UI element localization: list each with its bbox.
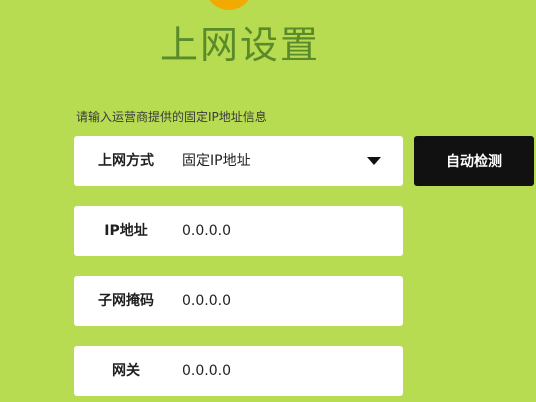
- ip-address-label: IP地址: [104, 223, 148, 239]
- form-hint: 请输入运营商提供的固定IP地址信息: [76, 110, 267, 124]
- triangle-down-icon[interactable]: [367, 157, 381, 165]
- gateway-label: 网关: [112, 363, 140, 379]
- subnet-mask-label: 子网掩码: [98, 293, 154, 309]
- subnet-mask-row: 子网掩码: [74, 276, 403, 326]
- connection-type-label: 上网方式: [98, 153, 154, 169]
- ip-address-input[interactable]: [182, 216, 382, 246]
- gateway-row: 网关: [74, 346, 403, 396]
- connection-type-value: 固定IP地址: [182, 153, 251, 169]
- subnet-mask-input[interactable]: [182, 286, 382, 316]
- page-title: 上网设置: [159, 23, 320, 67]
- logo-icon: [205, 0, 253, 10]
- auto-detect-button[interactable]: 自动检测: [414, 136, 534, 186]
- gateway-input[interactable]: [182, 356, 382, 386]
- ip-address-row: IP地址: [74, 206, 403, 256]
- connection-type-select[interactable]: 上网方式 固定IP地址: [74, 136, 403, 186]
